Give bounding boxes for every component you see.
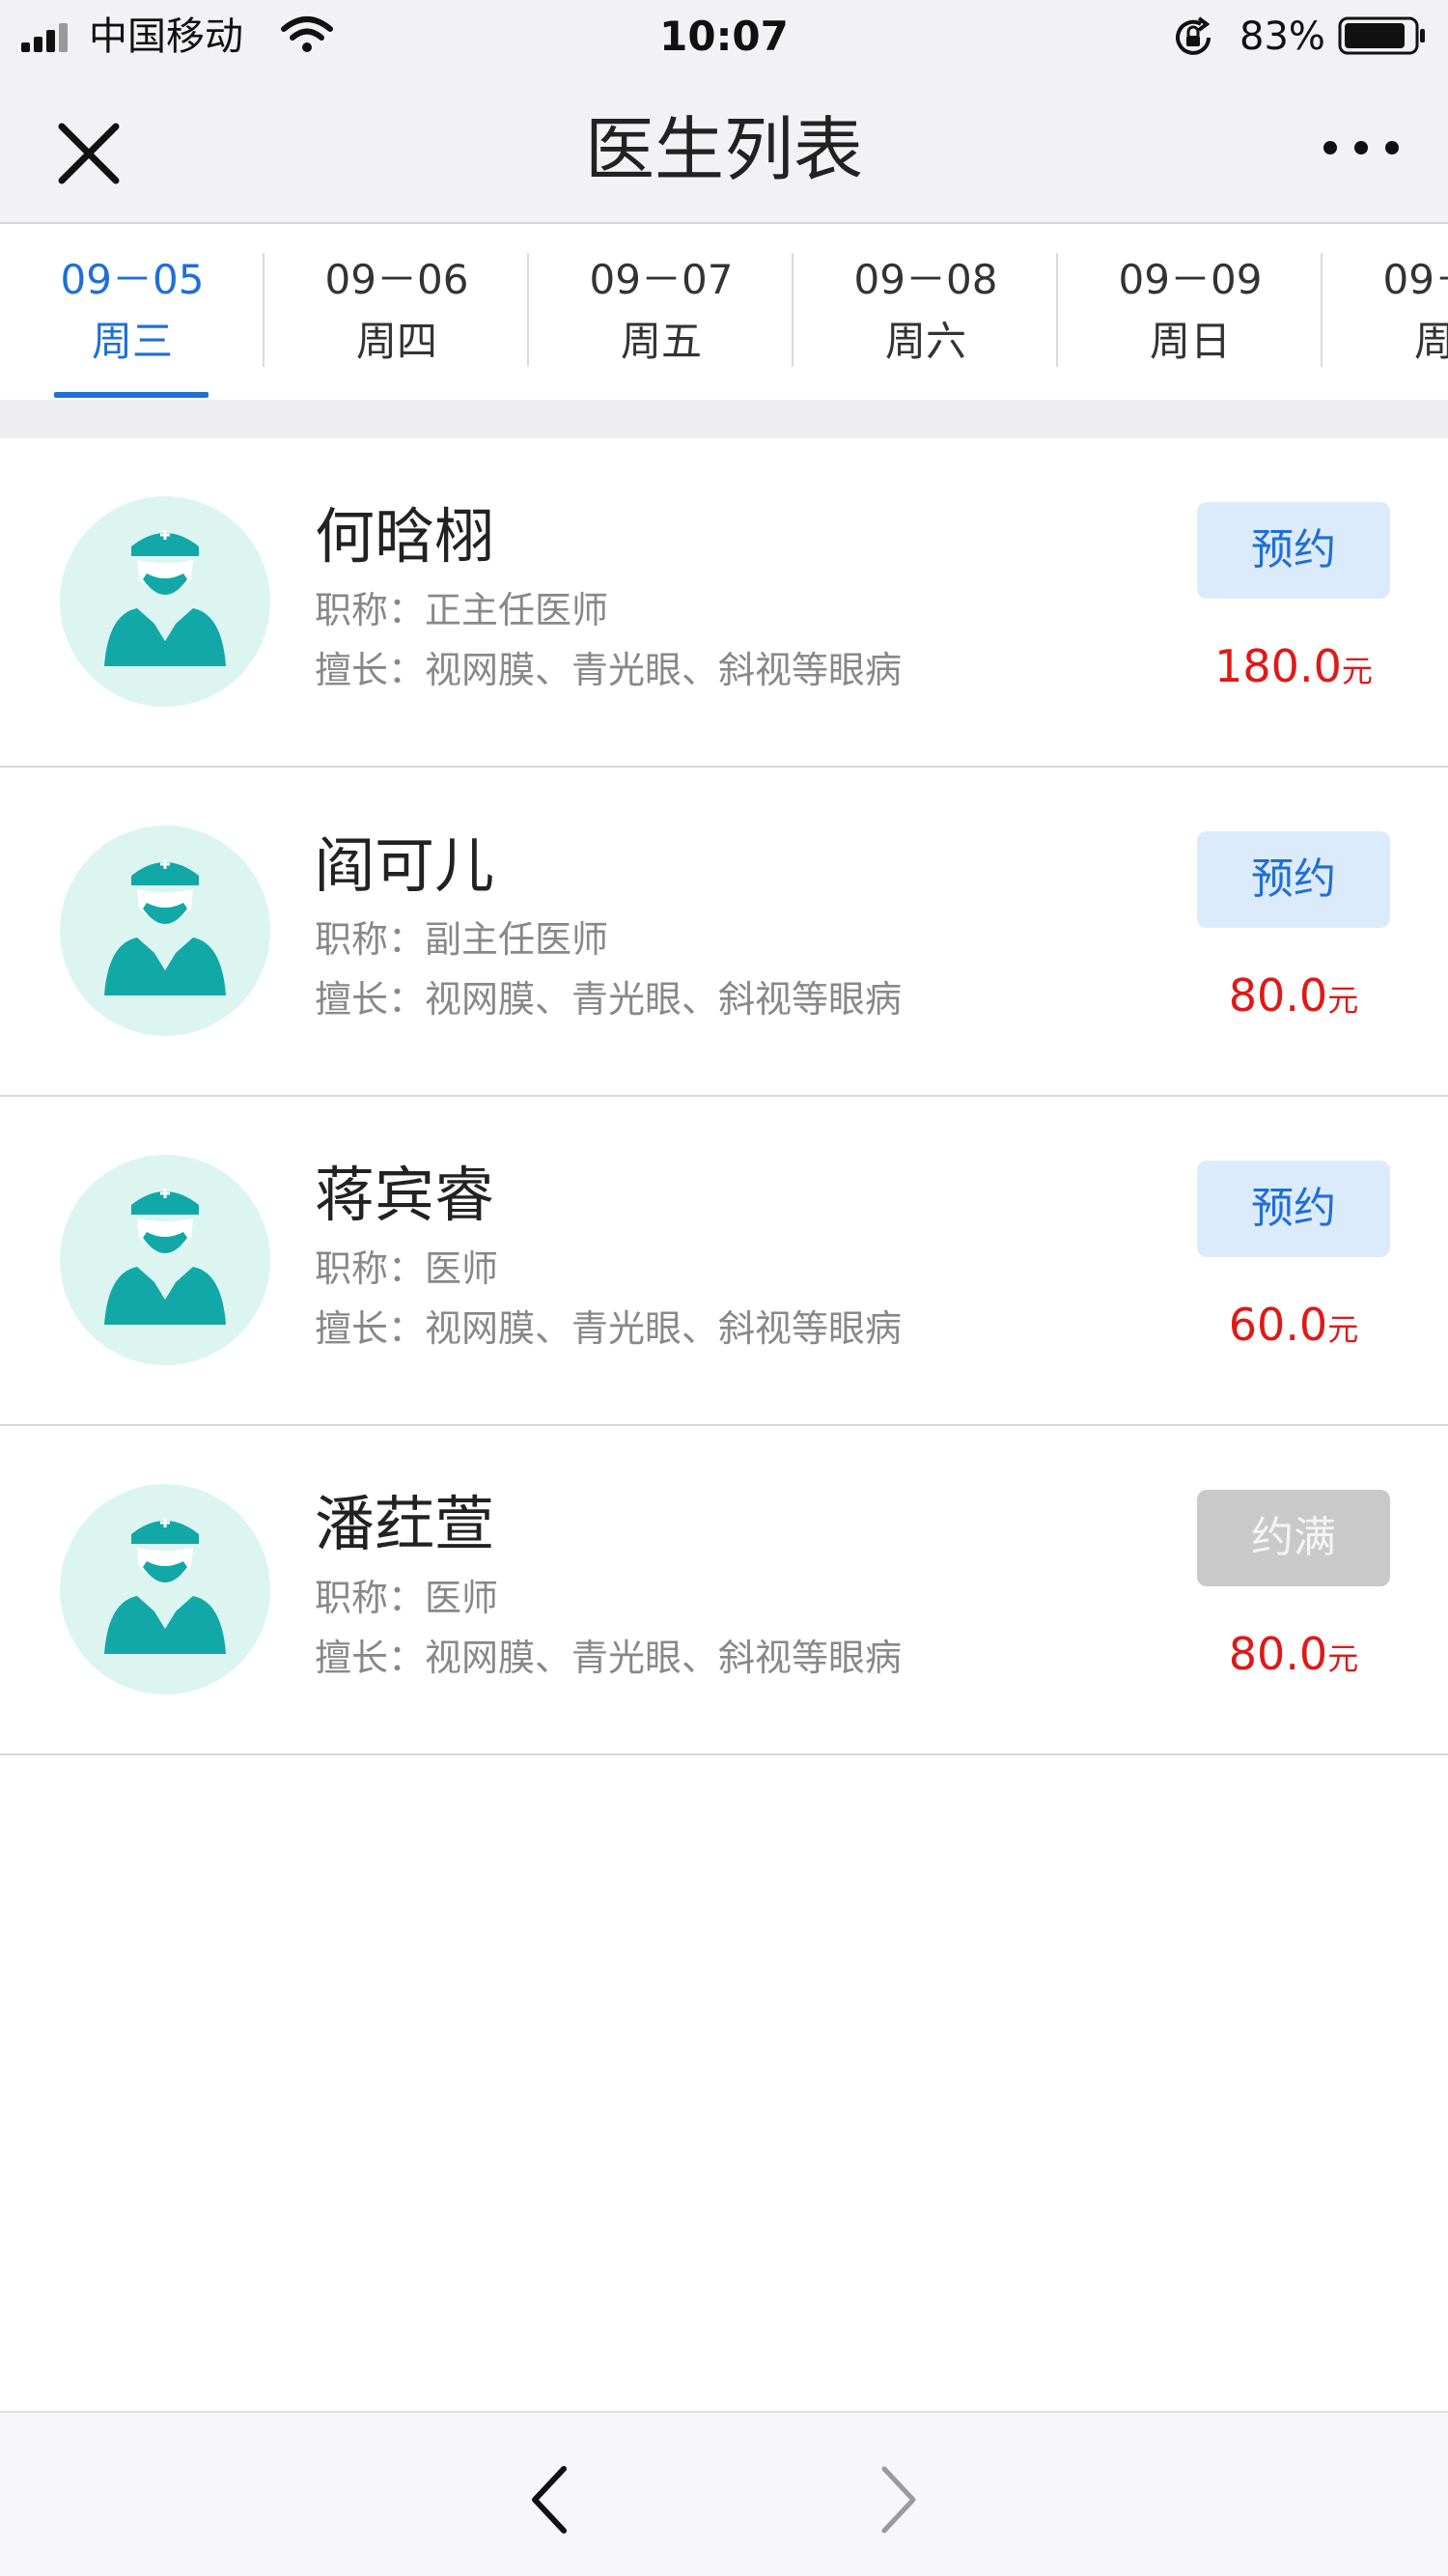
- price-value: 60.0: [1228, 1299, 1328, 1351]
- doctor-card[interactable]: 蒋宾睿 职称：医师 擅长：视网膜、青光眼、斜视等眼病 预约 60.0元: [0, 1097, 1448, 1426]
- tab-weekday: 周四: [355, 318, 437, 365]
- price-value: 80.0: [1228, 1628, 1328, 1680]
- tab-weekday: 周六: [884, 318, 966, 365]
- doctor-name: 蒋宾睿: [315, 1160, 495, 1230]
- price-value: 80.0: [1228, 969, 1328, 1022]
- doctor-avatar-icon: [60, 1484, 270, 1694]
- tab-date-0905[interactable]: 09－05 周三: [0, 224, 265, 400]
- navigation-bar: 医生列表: [0, 72, 1448, 224]
- doctor-specialty: 擅长：视网膜、青光眼、斜视等眼病: [315, 1637, 903, 1679]
- price-unit: 元: [1341, 653, 1373, 689]
- doctor-card[interactable]: 何晗栩 职称：正主任医师 擅长：视网膜、青光眼、斜视等眼病 预约 180.0元: [0, 438, 1448, 768]
- battery-percent: 83%: [1239, 14, 1325, 59]
- doctor-specialty: 擅长：视网膜、青光眼、斜视等眼病: [315, 649, 903, 691]
- tab-weekday: 周三: [91, 318, 173, 365]
- doctor-name: 阎可儿: [315, 830, 495, 901]
- tab-date-0907[interactable]: 09－07 周五: [529, 224, 794, 400]
- book-button[interactable]: 预约: [1197, 1161, 1390, 1257]
- rotation-lock-icon: [1176, 16, 1211, 55]
- tab-date: 09－06: [324, 256, 469, 303]
- battery-icon: [1338, 16, 1425, 55]
- doctor-name: 何晗栩: [315, 501, 495, 572]
- price-unit: 元: [1327, 1311, 1359, 1348]
- doctor-name: 潘荭萱: [315, 1489, 495, 1559]
- tab-date: 09－10: [1382, 256, 1448, 303]
- bottom-toolbar: [0, 2411, 1448, 2576]
- clock: 10:07: [659, 13, 789, 60]
- tab-weekday: 周五: [620, 318, 702, 365]
- tab-date: 09－09: [1118, 256, 1263, 303]
- doctor-title: 职称：正主任医师: [315, 589, 609, 631]
- tab-date: 09－05: [60, 256, 205, 303]
- price: 180.0元: [1158, 635, 1429, 702]
- price: 80.0元: [1158, 1623, 1429, 1690]
- fully-booked-button[interactable]: 约满: [1197, 1490, 1390, 1586]
- book-button[interactable]: 预约: [1197, 831, 1390, 928]
- price: 60.0元: [1158, 1294, 1429, 1360]
- tab-date-0908[interactable]: 09－08 周六: [794, 224, 1058, 400]
- doctor-card[interactable]: 阎可儿 职称：副主任医师 擅长：视网膜、青光眼、斜视等眼病 预约 80.0元: [0, 768, 1448, 1097]
- active-tab-indicator: [54, 392, 209, 398]
- page-title: 医生列表: [584, 109, 863, 190]
- back-arrow-icon[interactable]: [521, 2461, 579, 2538]
- doctor-avatar-icon: [60, 1155, 270, 1365]
- section-gap: [0, 400, 1448, 438]
- tab-date: 09－08: [853, 256, 998, 303]
- price-unit: 元: [1327, 1640, 1359, 1677]
- doctor-specialty: 擅长：视网膜、青光眼、斜视等眼病: [315, 1307, 903, 1350]
- status-bar: 中国移动 10:07 83%: [0, 0, 1448, 72]
- doctor-title: 职称：副主任医师: [315, 918, 609, 961]
- tab-date: 09－07: [589, 256, 734, 303]
- book-button[interactable]: 预约: [1197, 502, 1390, 599]
- price: 80.0元: [1158, 965, 1429, 1031]
- price-unit: 元: [1327, 982, 1359, 1019]
- doctor-title: 职称：医师: [315, 1247, 499, 1290]
- doctor-avatar-icon: [60, 496, 270, 707]
- doctor-avatar-icon: [60, 826, 270, 1036]
- tab-date-0906[interactable]: 09－06 周四: [265, 224, 529, 400]
- tab-date-0909[interactable]: 09－09 周日: [1058, 224, 1323, 400]
- doctor-specialty: 擅长：视网膜、青光眼、斜视等眼病: [315, 978, 903, 1021]
- tab-weekday: 周日: [1149, 318, 1231, 365]
- forward-arrow-icon[interactable]: [869, 2461, 927, 2538]
- tab-weekday: 周一: [1413, 318, 1448, 365]
- doctor-title: 职称：医师: [315, 1577, 499, 1619]
- tab-date-0910[interactable]: 09－10 周一: [1323, 224, 1448, 400]
- doctor-card[interactable]: 潘荭萱 职称：医师 擅长：视网膜、青光眼、斜视等眼病 约满 80.0元: [0, 1426, 1448, 1755]
- date-tabs: 09－05 周三 09－06 周四 09－07 周五 09－08 周六 09－0…: [0, 224, 1448, 400]
- price-value: 180.0: [1214, 640, 1342, 692]
- more-icon[interactable]: [1313, 119, 1409, 177]
